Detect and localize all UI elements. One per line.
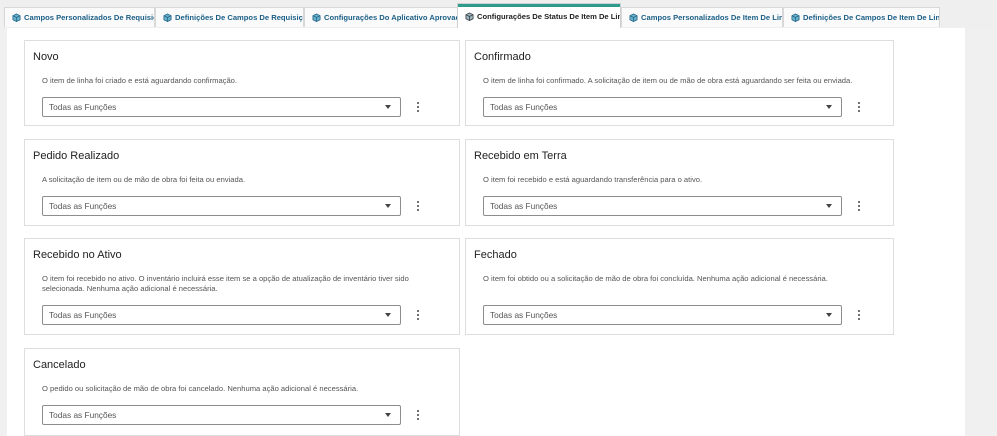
tab-label: Configurações Do Aplicativo Aprovação <box>324 13 458 22</box>
status-title: Confirmado <box>474 51 531 63</box>
role-select-value: Todas as Funções <box>49 102 117 112</box>
status-title: Cancelado <box>33 359 86 371</box>
status-description: O item foi recebido no ativo. O inventár… <box>42 274 409 293</box>
status-card-confirmado: Confirmado O item de linha foi confirmad… <box>465 40 894 126</box>
cube-icon <box>312 13 321 22</box>
status-description: O item foi obtido ou a solicitação de mã… <box>483 274 828 283</box>
cube-icon <box>791 13 800 22</box>
status-title: Recebido em Terra <box>474 150 567 162</box>
status-title: Pedido Realizado <box>33 150 120 162</box>
role-select[interactable]: Todas as Funções <box>42 405 401 425</box>
role-select-value: Todas as Funções <box>490 102 558 112</box>
role-select-value: Todas as Funções <box>49 410 117 420</box>
status-card-recebido-no-ativo: Recebido no Ativo O item foi recebido no… <box>24 238 460 335</box>
status-card-fechado: Fechado O item foi obtido ou a solicitaç… <box>465 238 894 335</box>
chevron-down-icon <box>385 105 391 109</box>
status-description: A solicitação de item ou de mão de obra … <box>42 175 246 184</box>
more-vertical-icon[interactable] <box>852 97 866 117</box>
tab-label: Definições De Campos De Item De Linha <box>803 13 940 22</box>
tab-configuracoes-status-item-linha[interactable]: Configurações De Status De Item De Linha <box>457 3 621 28</box>
chevron-down-icon <box>385 204 391 208</box>
role-select[interactable]: Todas as Funções <box>483 305 842 325</box>
status-card-novo: Novo O item de linha foi criado e está a… <box>24 40 460 126</box>
chevron-down-icon <box>826 204 832 208</box>
status-card-cancelado: Cancelado O pedido ou solicitação de mão… <box>24 348 460 436</box>
role-select-value: Todas as Funções <box>49 310 117 320</box>
chevron-down-icon <box>385 413 391 417</box>
tab-label: Campos Personalizados De Requisição <box>24 13 155 22</box>
status-title: Novo <box>33 51 59 63</box>
cube-icon <box>629 13 638 22</box>
more-vertical-icon[interactable] <box>852 305 866 325</box>
tab-label: Campos Personalizados De Item De Linha <box>641 13 783 22</box>
status-description: O item de linha foi confirmado. A solici… <box>483 76 853 85</box>
more-vertical-icon[interactable] <box>852 196 866 216</box>
tab-campos-personalizados-requisicao[interactable]: Campos Personalizados De Requisição <box>4 7 155 27</box>
more-vertical-icon[interactable] <box>411 97 425 117</box>
tab-definicoes-campos-item-linha[interactable]: Definições De Campos De Item De Linha <box>783 7 940 27</box>
role-select-value: Todas as Funções <box>49 201 117 211</box>
tab-bar: Campos Personalizados De Requisição Defi… <box>2 0 997 30</box>
tab-campos-personalizados-item-linha[interactable]: Campos Personalizados De Item De Linha <box>621 7 783 27</box>
status-title: Recebido no Ativo <box>33 249 122 261</box>
role-select[interactable]: Todas as Funções <box>42 97 401 117</box>
role-select[interactable]: Todas as Funções <box>483 97 842 117</box>
role-select[interactable]: Todas as Funções <box>42 196 401 216</box>
status-description: O pedido ou solicitação de mão de obra f… <box>42 384 359 393</box>
more-vertical-icon[interactable] <box>411 196 425 216</box>
tab-label: Configurações De Status De Item De Linha <box>477 11 621 21</box>
role-select-value: Todas as Funções <box>490 201 558 211</box>
chevron-down-icon <box>826 313 832 317</box>
cube-icon <box>465 11 474 21</box>
status-card-recebido-em-terra: Recebido em Terra O item foi recebido e … <box>465 139 894 226</box>
role-select[interactable]: Todas as Funções <box>483 196 842 216</box>
chevron-down-icon <box>826 105 832 109</box>
role-select-value: Todas as Funções <box>490 310 558 320</box>
status-settings-panel: Novo O item de linha foi criado e está a… <box>7 28 965 436</box>
more-vertical-icon[interactable] <box>411 305 425 325</box>
status-title: Fechado <box>474 249 517 261</box>
cube-icon <box>163 13 172 22</box>
status-card-pedido-realizado: Pedido Realizado A solicitação de item o… <box>24 139 460 226</box>
tab-definicoes-campos-requisicao[interactable]: Definições De Campos De Requisição <box>155 7 304 27</box>
tab-configuracoes-aplicativo-aprovacao[interactable]: Configurações Do Aplicativo Aprovação <box>304 7 458 27</box>
more-vertical-icon[interactable] <box>411 405 425 425</box>
status-description: O item de linha foi criado e está aguard… <box>42 76 238 85</box>
chevron-down-icon <box>385 313 391 317</box>
cube-icon <box>12 13 21 22</box>
tab-label: Definições De Campos De Requisição <box>175 13 304 22</box>
role-select[interactable]: Todas as Funções <box>42 305 401 325</box>
status-description: O item foi recebido e está aguardando tr… <box>483 175 703 184</box>
